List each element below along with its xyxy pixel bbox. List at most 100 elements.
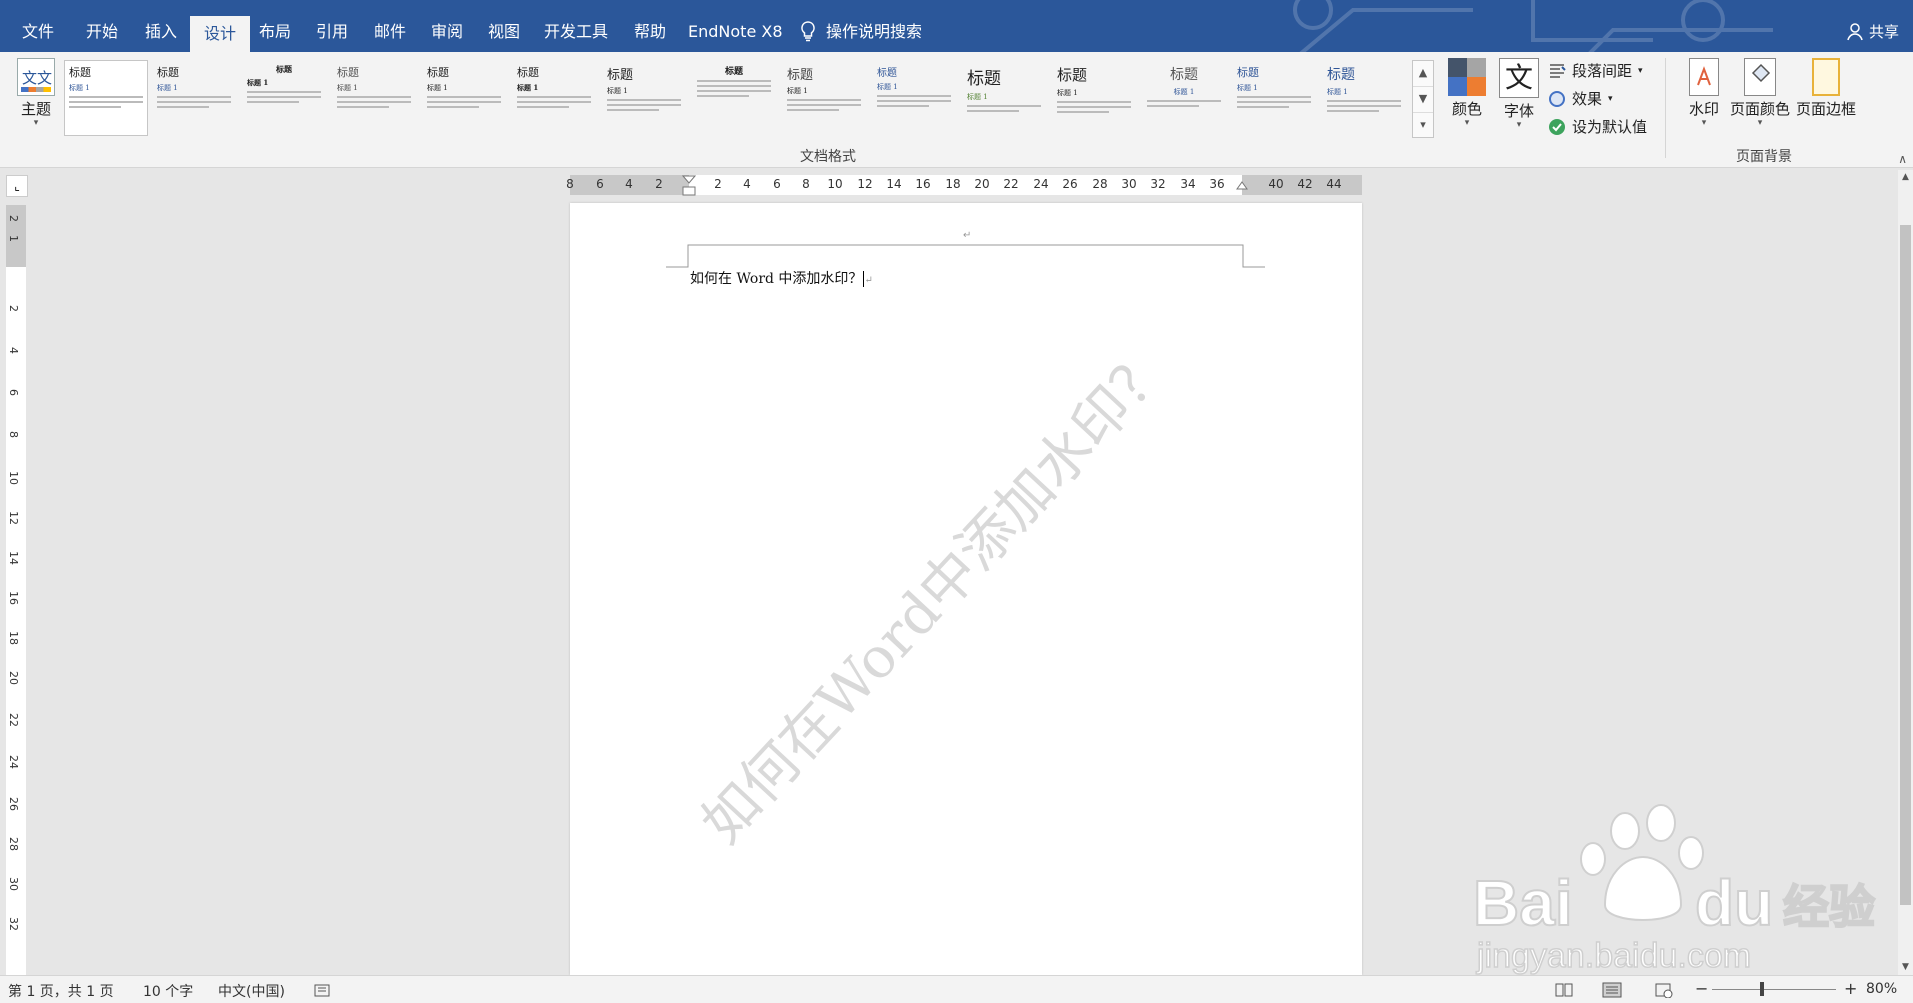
zoom-in-button[interactable]: + (1844, 979, 1857, 998)
set-default-button[interactable]: 设为默认值 (1548, 116, 1647, 137)
tab-selector-button[interactable]: ⌞ (6, 175, 28, 197)
style-set-item[interactable]: 标题 标题 1 (512, 60, 596, 136)
paragraph-mark: ↵ (963, 230, 972, 241)
page-color-button[interactable]: 页面颜色 ▾ (1728, 58, 1792, 128)
style-set-item[interactable]: 标题 标题 1 (152, 60, 236, 136)
ruler-tick: 34 (1180, 177, 1196, 191)
share-button[interactable]: 共享 (1847, 14, 1899, 50)
gallery-more-icon[interactable]: ▾ (1413, 113, 1433, 139)
status-bar: 第 1 页，共 1 页 10 个字 中文(中国) − + 80% (0, 975, 1913, 1003)
ribbon-tab-bar: 文件 开始 插入 设计 布局 引用 邮件 审阅 视图 开发工具 帮助 EndNo… (0, 0, 1913, 52)
horizontal-ruler[interactable]: 8 6 4 2 2 4 6 8 10 12 14 16 18 20 22 24 … (566, 175, 1362, 197)
ruler-tick: 2 (7, 305, 20, 312)
word-count[interactable]: 10 个字 (143, 981, 193, 1001)
style-set-item[interactable]: 标题 标题 1 (962, 60, 1046, 136)
scroll-up-icon[interactable]: ▲ (1898, 170, 1913, 185)
page-borders-button[interactable]: 页面边框 (1794, 58, 1858, 118)
style-set-item[interactable]: 标题 标题 1 (602, 60, 686, 136)
tab-home[interactable]: 开始 (72, 14, 132, 52)
color-palette-icon (1448, 58, 1486, 96)
ruler-tick: 44 (1326, 177, 1342, 191)
print-layout-icon[interactable] (1602, 982, 1622, 998)
right-indent-marker-icon[interactable] (1236, 181, 1248, 195)
chevron-down-icon: ▾ (1464, 118, 1470, 128)
lightbulb-icon (801, 21, 815, 42)
style-set-item[interactable]: 标题 标题 1 (1322, 60, 1406, 136)
style-set-item[interactable]: 标题 标题 1 (332, 60, 416, 136)
tab-references[interactable]: 引用 (302, 14, 362, 52)
style-set-item[interactable]: 标题 标题 1 (872, 60, 956, 136)
circuit-decoration (1293, 0, 1773, 52)
tab-design[interactable]: 设计 (190, 16, 251, 52)
collapse-ribbon-icon[interactable]: ∧ (1898, 152, 1907, 166)
tab-review[interactable]: 审阅 (417, 14, 477, 52)
gallery-up-icon[interactable]: ▲ (1413, 61, 1433, 87)
watermark-button[interactable]: 水印 ▾ (1680, 58, 1728, 128)
ruler-tick: 10 (827, 177, 843, 191)
theme-button[interactable]: 文文 主题 ▾ (12, 58, 60, 128)
style-set-item[interactable]: 标题 标题 1 (422, 60, 506, 136)
gallery-scroll[interactable]: ▲ ▼ ▾ (1412, 60, 1434, 138)
tab-developer[interactable]: 开发工具 (530, 14, 622, 52)
tab-help[interactable]: 帮助 (620, 14, 680, 52)
indent-marker-icon[interactable] (682, 175, 696, 197)
style-set-item[interactable]: 标题 标题 1 (782, 60, 866, 136)
page-count[interactable]: 第 1 页，共 1 页 (8, 981, 114, 1001)
ruler-tick: 22 (7, 713, 20, 727)
ruler-tick: 4 (625, 177, 633, 191)
vertical-ruler[interactable]: 2 1 2 4 6 8 10 12 14 16 18 20 22 24 26 2… (6, 205, 26, 975)
colors-button[interactable]: 颜色 ▾ (1444, 58, 1490, 128)
zoom-level[interactable]: 80% (1866, 981, 1897, 997)
style-set-item[interactable]: 标题 标题 1 (64, 60, 148, 136)
tab-insert[interactable]: 插入 (131, 14, 191, 52)
ruler-tick: 32 (1150, 177, 1166, 191)
scrollbar-thumb[interactable] (1900, 225, 1911, 905)
ruler-tick: 12 (857, 177, 873, 191)
language-indicator[interactable]: 中文(中国) (218, 981, 285, 1001)
group-label-document-format: 文档格式 (800, 149, 856, 165)
paragraph-spacing-button[interactable]: 段落间距 ▾ (1548, 60, 1643, 81)
page-color-label: 页面颜色 (1729, 100, 1790, 118)
tab-file[interactable]: 文件 (8, 14, 68, 52)
chevron-down-icon: ▾ (33, 118, 39, 128)
checkmark-icon (1549, 118, 1565, 135)
tab-endnote[interactable]: EndNote X8 (674, 14, 797, 52)
baidu-jingyan-logo: Bai du 经验 jingyan.baidu.com (1472, 804, 1876, 975)
ruler-tick: 14 (7, 551, 20, 565)
tab-mailings[interactable]: 邮件 (360, 14, 420, 52)
watermark-label: 水印 (1688, 100, 1719, 118)
ruler-tick: 4 (743, 177, 751, 191)
read-mode-icon[interactable] (1555, 982, 1573, 998)
tab-view[interactable]: 视图 (474, 14, 534, 52)
tell-me-search[interactable]: 操作说明搜索 (800, 14, 922, 50)
ruler-tick: 2 (714, 177, 722, 191)
style-set-item[interactable]: 标题 (692, 60, 776, 136)
watermark-text: 如何在Word中添加水印？ (689, 333, 1184, 857)
document-text[interactable]: 如何在 Word 中添加水印？ ↵ (690, 268, 873, 288)
scroll-down-icon[interactable]: ▼ (1898, 960, 1913, 975)
macro-record-icon[interactable] (314, 982, 330, 998)
style-set-item[interactable]: 标题 标题 1 (242, 60, 326, 136)
zoom-slider-thumb[interactable] (1760, 982, 1764, 996)
zoom-slider[interactable] (1712, 989, 1836, 990)
ruler-tick: 16 (7, 591, 20, 605)
style-set-gallery[interactable]: 标题 标题 1 标题 标题 1 标题 标题 1 标题 标题 1 标题 标题 1 标题 标题 … (62, 60, 1412, 138)
ruler-tick: 42 (1297, 177, 1313, 191)
ruler-tick: 28 (1092, 177, 1108, 191)
tab-layout[interactable]: 布局 (245, 14, 305, 52)
ruler-tick: 18 (945, 177, 961, 191)
style-set-item[interactable]: 标题 标题 1 (1052, 60, 1136, 136)
document-page[interactable]: ↵ 如何在 Word 中添加水印？ ↵ 如何在Word中添加水印？ (570, 203, 1362, 975)
ruler-tick: 14 (886, 177, 902, 191)
effects-button[interactable]: 效果 ▾ (1548, 88, 1613, 109)
style-set-item[interactable]: 标题 标题 1 (1142, 60, 1226, 136)
gallery-down-icon[interactable]: ▼ (1413, 87, 1433, 113)
ruler-tick: 8 (7, 431, 20, 438)
web-layout-icon[interactable] (1655, 982, 1673, 998)
vertical-scrollbar[interactable]: ▲ ▼ (1898, 170, 1913, 975)
ruler-tick: 32 (7, 917, 20, 931)
fonts-icon: 文 (1499, 58, 1539, 98)
fonts-button[interactable]: 文 字体 ▾ (1496, 58, 1542, 130)
zoom-out-button[interactable]: − (1695, 979, 1708, 998)
style-set-item[interactable]: 标题 标题 1 (1232, 60, 1316, 136)
